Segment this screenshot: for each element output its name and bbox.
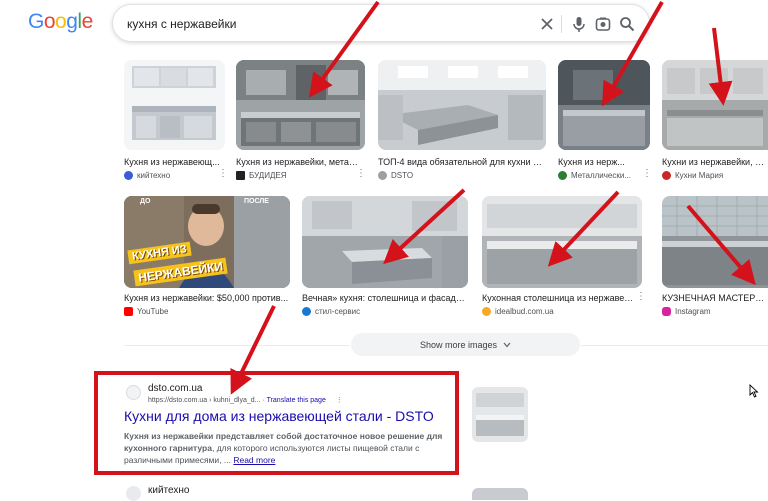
more-options-icon[interactable]: ⋮ (642, 169, 652, 179)
image-caption[interactable]: Кухня из нержавеющ... (124, 157, 220, 167)
image-caption[interactable]: Кухня из нержавейки, метал... (236, 157, 360, 167)
kitchen-thumbnail[interactable] (662, 196, 768, 288)
result-url-text: https://dsto.com.ua › kuhni_dlya_d... (148, 397, 261, 404)
logo-letter: G (28, 10, 44, 33)
kitchen-thumbnail[interactable] (236, 60, 365, 150)
source-name: Кухни Мария (675, 171, 724, 180)
source-name: БУДИДЕЯ (249, 171, 287, 180)
kitchen-image-icon (662, 60, 768, 150)
kitchen-image-icon (132, 66, 216, 140)
video-thumbnail[interactable]: ДО ПОСЛЕ КУХНЯ ИЗ НЕРЖАВЕЙКИ (124, 196, 290, 288)
chevron-down-icon (503, 342, 511, 347)
image-caption[interactable]: Кухни из нержавейки, лак (662, 157, 768, 167)
instagram-icon (662, 307, 671, 316)
image-caption[interactable]: ТОП-4 вида обязательной для кухни м... (378, 157, 544, 167)
kitchen-image-icon (378, 60, 546, 150)
close-icon[interactable] (537, 14, 557, 34)
site-favicon[interactable] (126, 486, 141, 501)
youtube-icon (124, 307, 133, 316)
search-icon[interactable] (617, 14, 637, 34)
logo-letter: o (55, 10, 67, 33)
source-name: Instagram (675, 307, 711, 316)
result-thumbnail[interactable] (472, 387, 528, 442)
overlay-tag-after: ПОСЛЕ (244, 198, 269, 205)
translate-link[interactable]: Translate this page (267, 397, 326, 404)
overlay-tag-before: ДО (140, 198, 151, 205)
divider (124, 345, 350, 346)
mic-icon[interactable] (569, 14, 589, 34)
image-source[interactable]: Кухни Мария (662, 171, 723, 180)
source-favicon (302, 307, 311, 316)
kitchen-image-icon (482, 196, 642, 288)
logo-letter: o (43, 10, 56, 33)
result-url[interactable]: https://dsto.com.ua › kuhni_dlya_d... · … (148, 396, 343, 404)
result-title-link[interactable]: Кухни для дома из нержавеющей стали - DS… (124, 408, 434, 424)
kitchen-thumbnail[interactable] (558, 60, 650, 150)
google-logo[interactable]: Google (28, 10, 93, 34)
image-source[interactable]: idealbud.com.ua (482, 307, 554, 316)
kitchen-image-icon (236, 60, 365, 150)
more-options-icon[interactable]: ⋮ (218, 169, 228, 179)
image-caption[interactable]: Вечная» кухня: столешница и фасады... (302, 293, 468, 303)
more-options-icon[interactable]: ⋮ (636, 292, 646, 302)
image-caption[interactable]: Кухонная столешница из нержавейк... (482, 293, 634, 303)
image-source[interactable]: Instagram (662, 307, 711, 316)
search-box[interactable]: кухня с нержавейки (112, 4, 650, 42)
more-options-icon[interactable]: ⋮ (356, 169, 366, 179)
source-favicon (124, 171, 133, 180)
source-name: idealbud.com.ua (495, 307, 554, 316)
result-site-name[interactable]: dsto.com.ua (148, 383, 202, 394)
result-snippet: Кухня из нержавейки представляет собой д… (124, 430, 454, 466)
result-site-name[interactable]: кийтехно (148, 485, 189, 496)
image-source[interactable]: Металлически... (558, 171, 631, 180)
source-favicon (378, 171, 387, 180)
source-name: Металлически... (571, 171, 632, 180)
image-caption[interactable]: Кухня из нержавейки: $50,000 против... (124, 293, 290, 303)
image-source[interactable]: БУДИДЕЯ (236, 171, 287, 180)
show-more-label: Show more images (419, 339, 498, 350)
site-favicon[interactable] (126, 385, 141, 400)
header: Google кухня с нержавейки (0, 0, 768, 46)
image-source[interactable]: YouTube (124, 307, 168, 316)
source-favicon (236, 171, 245, 180)
kitchen-thumbnail[interactable] (662, 60, 768, 150)
logo-letter: e (81, 10, 94, 33)
source-name: DSTO (391, 171, 414, 180)
kitchen-image-icon (558, 60, 650, 150)
search-input[interactable]: кухня с нержавейки (127, 17, 236, 31)
image-source[interactable]: DSTO (378, 171, 413, 180)
kitchen-thumbnail[interactable] (378, 60, 546, 150)
kitchen-thumbnail[interactable] (124, 60, 225, 150)
source-name: YouTube (137, 307, 169, 316)
image-caption[interactable]: Кухня из нерж... (558, 157, 642, 167)
kitchen-thumbnail[interactable] (482, 196, 642, 288)
lens-icon[interactable] (593, 14, 613, 34)
show-more-images-button[interactable]: Show more images (351, 333, 580, 356)
divider (561, 15, 562, 33)
image-source[interactable]: кийтехно (124, 171, 170, 180)
source-name: стил-сервис (315, 307, 361, 316)
source-name: кийтехно (137, 171, 171, 180)
image-caption[interactable]: КУЗНЕЧНАЯ МАСТЕРСКАЯ (662, 293, 768, 303)
kitchen-image-icon (472, 387, 528, 442)
source-favicon (558, 171, 567, 180)
logo-letter: g (66, 10, 78, 33)
kitchen-image-icon (302, 196, 468, 288)
read-more-link[interactable]: Read more (233, 455, 275, 465)
source-favicon (662, 171, 671, 180)
kitchen-image-icon (662, 196, 768, 288)
mouse-cursor-icon (749, 384, 759, 398)
kitchen-thumbnail[interactable] (302, 196, 468, 288)
source-favicon (482, 307, 491, 316)
more-options-icon[interactable]: ⋮ (336, 397, 343, 404)
image-source[interactable]: стил-сервис (302, 307, 360, 316)
divider (581, 345, 768, 346)
result-thumbnail[interactable] (472, 488, 528, 500)
